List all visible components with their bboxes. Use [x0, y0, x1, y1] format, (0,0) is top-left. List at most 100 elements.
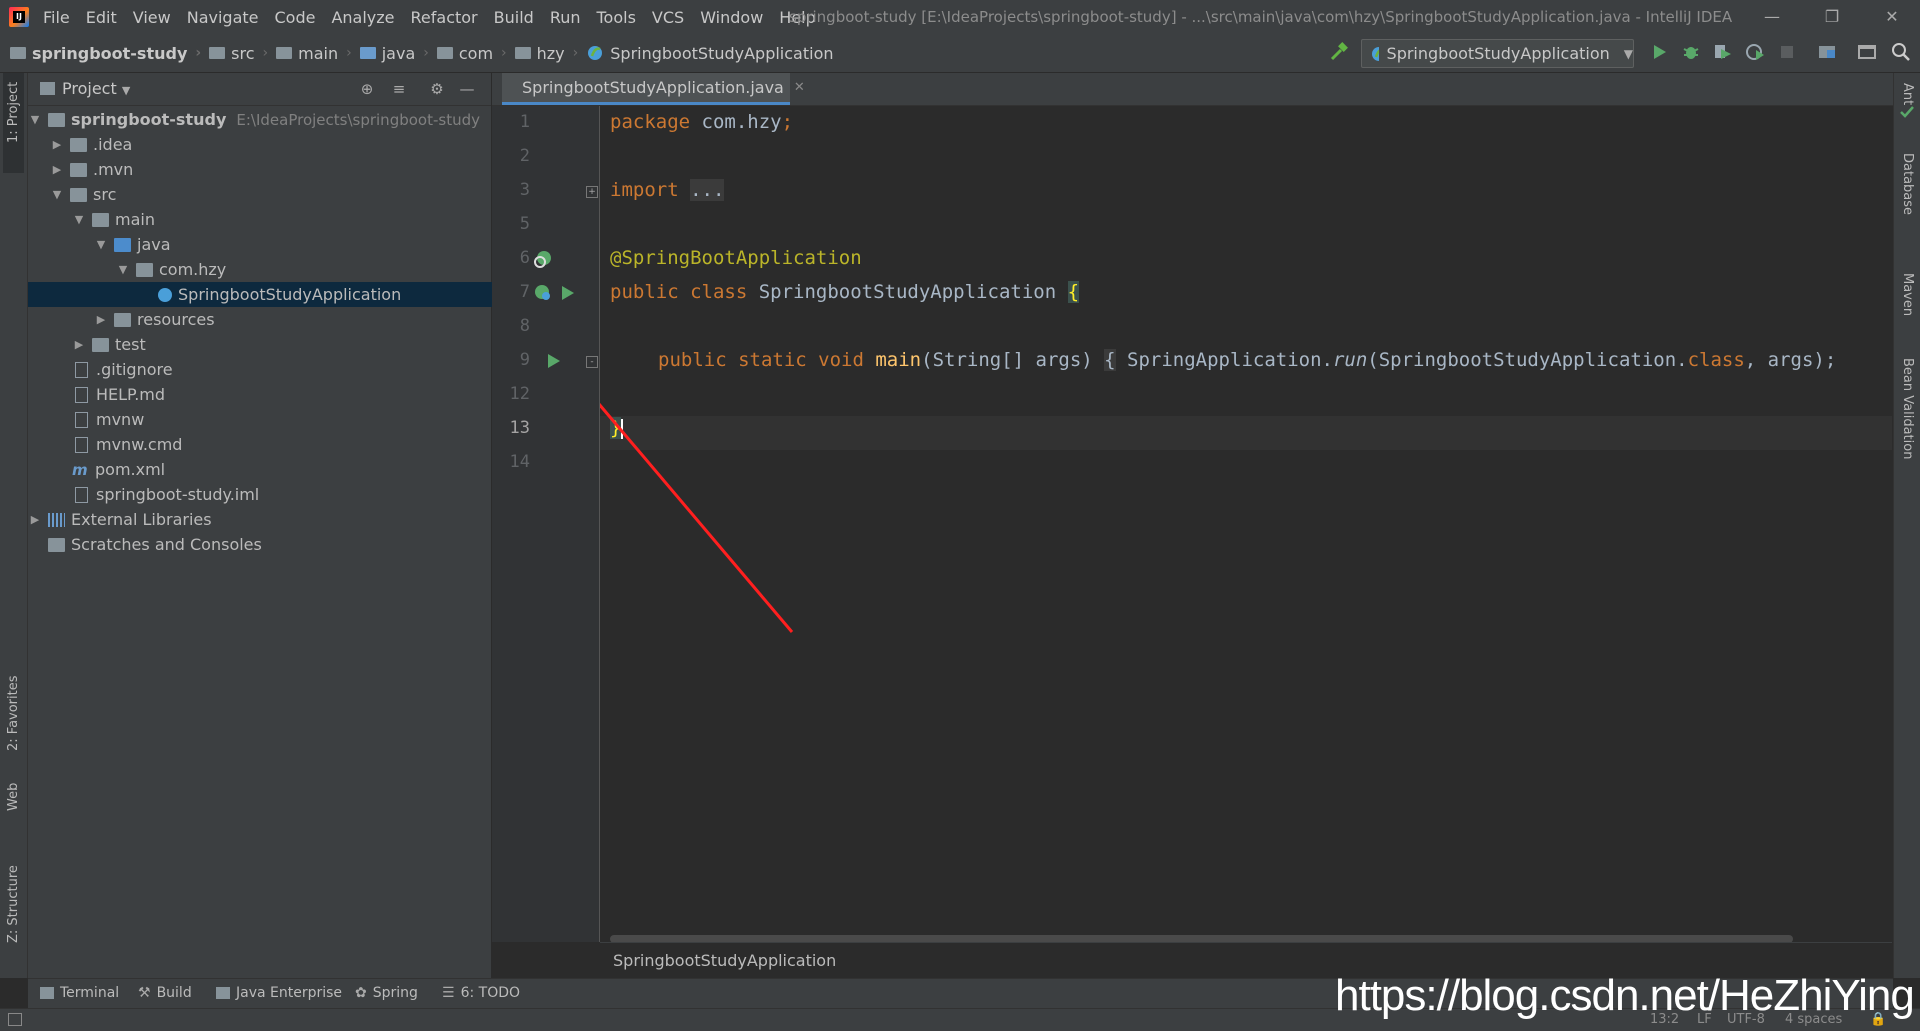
folded-method-body[interactable]: { — [1104, 349, 1116, 371]
spring-bean-gutter-icon[interactable] — [532, 248, 554, 270]
project-view-selector[interactable]: Project ▼ — [62, 79, 130, 98]
tree-item-mvnw-cmd[interactable]: mvnw.cmd — [28, 432, 535, 457]
tree-item-main[interactable]: ▼ main — [28, 207, 535, 232]
code-line-3: import ... — [610, 179, 725, 201]
menu-file[interactable]: File — [43, 8, 70, 27]
hammer-build-icon[interactable] — [1328, 41, 1350, 63]
libraries-icon — [48, 512, 65, 527]
java-enterprise-icon — [216, 987, 230, 999]
chevron-right-icon: ▶ — [96, 313, 106, 326]
presentation-mode-icon[interactable] — [1856, 41, 1878, 63]
tree-item-src[interactable]: ▼ src — [28, 182, 513, 207]
script-file-icon — [75, 411, 88, 428]
menu-build[interactable]: Build — [494, 8, 534, 27]
structure-tool-tab-label: Z: Structure — [6, 865, 21, 943]
code-editor[interactable]: package com.hzy; import ... @SpringBootA… — [600, 106, 1892, 942]
menu-run[interactable]: Run — [550, 8, 581, 27]
menu-edit[interactable]: Edit — [86, 8, 117, 27]
spring-tool-tab[interactable]: ✿ Spring — [355, 985, 418, 1001]
folder-icon — [70, 137, 87, 152]
search-icon[interactable] — [1890, 41, 1912, 63]
tree-item-iml[interactable]: springboot-study.iml — [28, 482, 535, 507]
profile-icon[interactable] — [1744, 41, 1766, 63]
terminal-tool-tab[interactable]: Terminal — [40, 985, 119, 1001]
menu-navigate[interactable]: Navigate — [187, 8, 259, 27]
matched-brace: { — [1067, 281, 1080, 303]
breadcrumb-project[interactable]: springboot-study › — [10, 44, 209, 63]
stop-icon[interactable] — [1776, 41, 1798, 63]
tree-item-scratches[interactable]: Scratches and Consoles — [28, 532, 511, 557]
tree-item-resources[interactable]: ▶ resources — [28, 307, 557, 332]
editor-tab-springboot-study-application[interactable]: SpringbootStudyApplication.java ✕ — [502, 73, 805, 105]
favorites-tool-tab-label: 2: Favorites — [6, 675, 21, 751]
source-folder-icon — [359, 47, 376, 59]
breadcrumb-label: hzy — [536, 43, 565, 63]
project-panel: Project ▼ ⊕ ≡ ⚙ — ▼ springboot-study E:\Id… — [28, 73, 621, 978]
fold-collapse-icon[interactable]: - — [586, 356, 598, 368]
menu-tools[interactable]: Tools — [597, 8, 636, 27]
tree-item-pom-xml[interactable]: m pom.xml — [28, 457, 535, 482]
run-config-selector[interactable]: SpringbootStudyApplication ▼ — [1361, 39, 1634, 68]
collapse-all-icon[interactable]: ≡ — [390, 80, 408, 98]
intellij-logo-icon: IJ — [9, 7, 29, 27]
spring-bean-gutter-icon[interactable] — [532, 282, 554, 304]
tree-item-label: .gitignore — [96, 360, 173, 379]
editor-breadcrumb[interactable]: SpringbootStudyApplication — [613, 951, 836, 970]
toggle-tool-windows-icon[interactable] — [8, 1013, 22, 1026]
menu-view[interactable]: View — [133, 8, 171, 27]
breadcrumb-main[interactable]: main › — [276, 44, 360, 63]
fold-expand-icon[interactable]: + — [586, 186, 598, 198]
project-tool-tab-label: 1: Project — [6, 81, 21, 143]
tree-item-gitignore[interactable]: .gitignore — [28, 357, 535, 382]
menu-window[interactable]: Window — [700, 8, 763, 27]
module-folder-icon — [48, 112, 65, 127]
breadcrumb-src[interactable]: src › — [209, 44, 276, 63]
line-number: 2 — [519, 146, 530, 166]
run-gutter-icon[interactable] — [559, 284, 577, 302]
tree-item-test[interactable]: ▶ test — [28, 332, 535, 357]
project-tool-tab[interactable]: 1: Project — [3, 73, 24, 173]
locate-file-icon[interactable]: ⊕ — [358, 80, 376, 98]
folder-icon — [92, 212, 109, 227]
hide-panel-icon[interactable]: — — [458, 80, 476, 98]
tree-item-mvnw[interactable]: mvnw — [28, 407, 535, 432]
breadcrumb-com[interactable]: com › — [436, 44, 515, 63]
tree-item-mvn[interactable]: ▶ .mvn — [28, 157, 513, 182]
menu-vcs[interactable]: VCS — [652, 8, 684, 27]
gear-icon[interactable]: ⚙ — [428, 80, 446, 98]
tree-item-external-libraries[interactable]: ▶ External Libraries — [28, 507, 491, 532]
build-tool-tab[interactable]: ⚒ Build — [138, 985, 192, 1001]
menu-refactor[interactable]: Refactor — [411, 8, 478, 27]
run-icon[interactable] — [1648, 41, 1670, 63]
tree-item-help-md[interactable]: HELP.md — [28, 382, 535, 407]
run-main-gutter-icon[interactable] — [545, 352, 563, 370]
restore-icon[interactable]: ❐ — [1820, 6, 1844, 28]
maven-tool-tab-label: Maven — [1900, 273, 1915, 317]
breadcrumb-class[interactable]: SpringbootStudyApplication — [586, 44, 834, 63]
close-icon[interactable]: ✕ — [1880, 6, 1904, 28]
breadcrumb-java[interactable]: java › — [359, 44, 437, 63]
chevron-right-icon: › — [346, 45, 352, 61]
structure-tool-tab[interactable]: Z: Structure — [3, 863, 24, 963]
chevron-right-icon: › — [262, 45, 269, 61]
tree-item-label: java — [137, 235, 171, 254]
project-structure-icon[interactable] — [1816, 41, 1838, 63]
breadcrumb-label: main — [298, 43, 339, 63]
run-with-coverage-icon[interactable] — [1712, 41, 1734, 63]
menu-analyze[interactable]: Analyze — [331, 8, 394, 27]
java-enterprise-tool-tab[interactable]: Java Enterprise — [216, 985, 342, 1001]
web-tool-tab[interactable]: Web — [3, 783, 24, 833]
scratches-icon — [48, 537, 65, 552]
favorites-tool-tab[interactable]: 2: Favorites — [3, 673, 24, 773]
close-tab-icon[interactable]: ✕ — [794, 80, 805, 95]
tree-item-java[interactable]: ▼ java — [28, 232, 557, 257]
menu-code[interactable]: Code — [275, 8, 316, 27]
minimize-icon[interactable]: — — [1760, 6, 1784, 28]
todo-tool-tab[interactable]: ☰ 6: TODO — [442, 985, 520, 1001]
tree-item-label: Scratches and Consoles — [71, 535, 262, 554]
debug-icon[interactable] — [1680, 41, 1702, 63]
tree-item-idea[interactable]: ▶ .idea — [28, 132, 513, 157]
tree-item-springboot-study[interactable]: ▼ springboot-study E:\IdeaProjects\springb… — [28, 107, 491, 132]
breadcrumb-hzy[interactable]: hzy › — [514, 43, 587, 63]
folded-imports[interactable]: ... — [690, 179, 725, 201]
